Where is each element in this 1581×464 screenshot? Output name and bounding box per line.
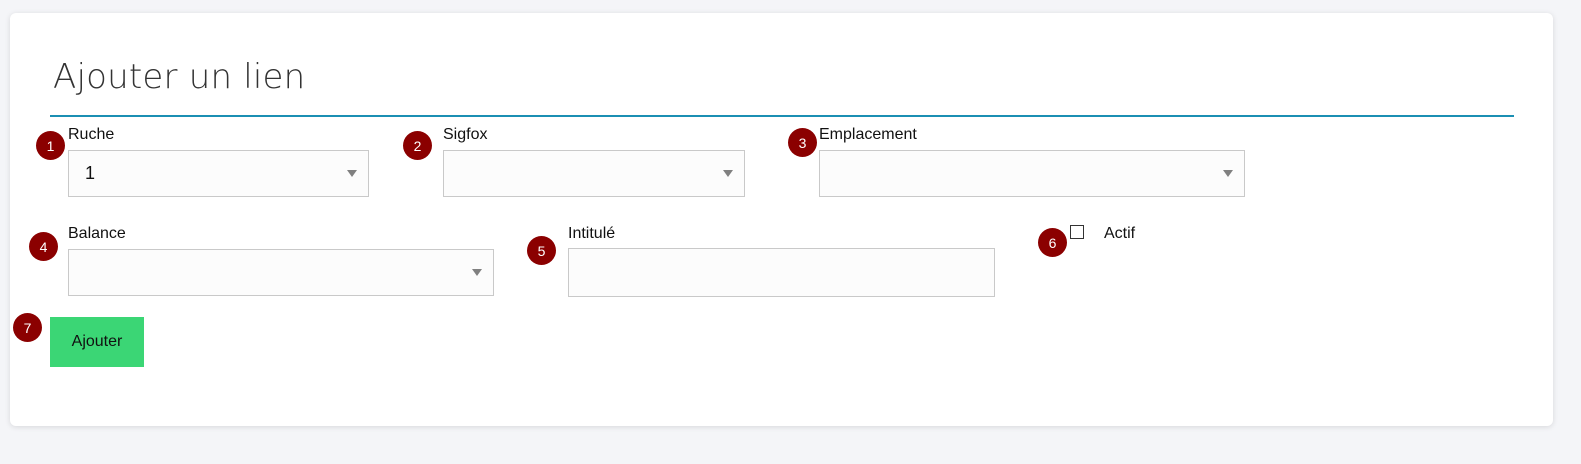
annotation-badge-7: 7 <box>13 313 42 342</box>
chevron-down-icon <box>723 170 733 177</box>
actif-label: Actif <box>1104 225 1136 242</box>
intitule-input[interactable] <box>568 248 995 297</box>
chevron-down-icon <box>1223 170 1233 177</box>
emplacement-select[interactable] <box>819 150 1245 197</box>
ajouter-button[interactable]: Ajouter <box>50 317 144 367</box>
annotation-badge-5: 5 <box>527 236 556 265</box>
sigfox-label: Sigfox <box>443 126 488 143</box>
annotation-badge-2: 2 <box>403 131 432 160</box>
actif-checkbox[interactable] <box>1070 225 1084 239</box>
balance-select[interactable] <box>68 249 494 296</box>
chevron-down-icon <box>472 269 482 276</box>
annotation-badge-1: 1 <box>36 131 65 160</box>
title-divider <box>50 115 1514 117</box>
sigfox-select[interactable] <box>443 150 745 197</box>
ruche-select-value: 1 <box>85 163 96 183</box>
annotation-badge-4: 4 <box>29 232 58 261</box>
annotation-badge-6: 6 <box>1038 228 1067 257</box>
intitule-label: Intitulé <box>568 225 616 242</box>
balance-label: Balance <box>68 225 126 242</box>
page-title: Ajouter un lien <box>53 57 306 97</box>
add-link-card: Ajouter un lien Ruche 1 Sigfox Emplaceme… <box>10 13 1553 426</box>
chevron-down-icon <box>347 170 357 177</box>
annotation-badge-3: 3 <box>788 128 817 157</box>
emplacement-label: Emplacement <box>819 126 917 143</box>
ruche-select[interactable]: 1 <box>68 150 369 197</box>
ruche-label: Ruche <box>68 126 115 143</box>
